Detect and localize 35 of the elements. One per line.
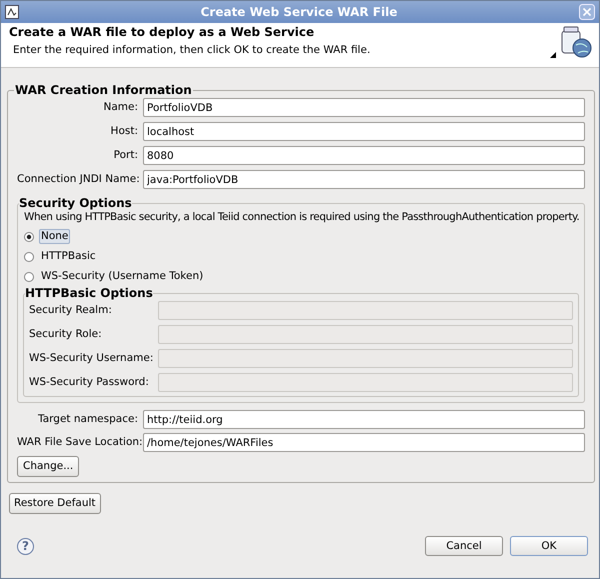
- field-label: Host:: [110, 125, 138, 138]
- text-field[interactable]: localhost: [143, 122, 586, 141]
- restore-default-button[interactable]: Restore Default: [9, 493, 101, 514]
- text-field[interactable]: /home/tejones/WARFiles: [143, 433, 586, 452]
- field-label: Security Realm:: [29, 304, 113, 317]
- field-label: Connection JNDI Name:: [17, 173, 138, 186]
- help-icon[interactable]: ?: [17, 538, 34, 554]
- change-button[interactable]: Change...: [17, 456, 80, 477]
- radio-label[interactable]: None: [39, 229, 70, 244]
- radio-button[interactable]: [24, 232, 34, 242]
- field-label: Target namespace:: [37, 413, 138, 426]
- close-icon[interactable]: [579, 4, 595, 20]
- text-field[interactable]: PortfolioVDB: [143, 98, 586, 117]
- window-title: Create Web Service WAR File: [200, 6, 398, 18]
- window-icon: [5, 5, 19, 19]
- field-label: Port:: [112, 149, 138, 162]
- group-title: Security Options: [19, 197, 132, 210]
- text-field[interactable]: http://teiid.org: [143, 410, 586, 429]
- field-label: WS-Security Password:: [29, 376, 150, 389]
- page-title: Create a WAR file to deploy as a Web Service: [9, 26, 316, 39]
- page-message: Enter the required information, then click OK to create the WAR file.: [12, 44, 372, 57]
- radio-button[interactable]: [24, 272, 34, 282]
- field-label: WS-Security Username:: [29, 352, 154, 365]
- group-title: HTTPBasic Options: [25, 287, 153, 300]
- dialog-button[interactable]: OK: [510, 536, 588, 556]
- dialog-button[interactable]: Cancel: [425, 536, 503, 556]
- radio-button[interactable]: [24, 252, 34, 262]
- radio-label[interactable]: HTTPBasic: [39, 249, 98, 264]
- group-title: WAR Creation Information: [14, 84, 193, 97]
- security-note: When using HTTPBasic security, a local Teiid connection is required using the PassthroughAuthentication property.: [23, 211, 580, 224]
- text-field[interactable]: 8080: [143, 146, 586, 165]
- field-label: Security Role:: [29, 328, 103, 341]
- field-label: Name:: [102, 101, 138, 114]
- text-field[interactable]: java:PortfolioVDB: [143, 170, 586, 189]
- radio-label[interactable]: WS-Security (Username Token): [39, 269, 206, 284]
